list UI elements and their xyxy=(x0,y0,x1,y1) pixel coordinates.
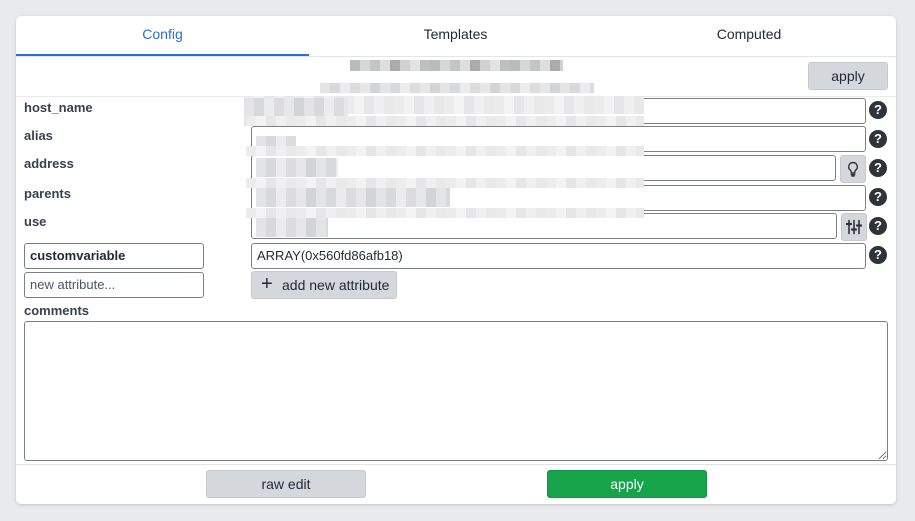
address-label: address xyxy=(24,156,74,171)
add-new-attribute-button[interactable]: + add new attribute xyxy=(251,271,397,299)
comments-textarea[interactable] xyxy=(24,321,888,461)
alias-label: alias xyxy=(24,128,53,143)
tab-templates[interactable]: Templates xyxy=(309,16,602,54)
tab-bar: Config Templates Computed xyxy=(16,16,896,57)
comments-label: comments xyxy=(24,303,90,318)
address-help-icon[interactable]: ? xyxy=(869,159,887,177)
sliders-icon xyxy=(846,219,862,235)
obscured-object-title xyxy=(350,60,563,71)
parents-help-icon[interactable]: ? xyxy=(869,188,887,206)
header-apply-button[interactable]: apply xyxy=(808,62,888,90)
raw-edit-button[interactable]: raw edit xyxy=(206,470,366,498)
footer-divider xyxy=(16,464,896,465)
host-name-help-icon[interactable]: ? xyxy=(869,101,887,119)
obscured-parents-value-band xyxy=(246,178,644,188)
obscured-alias-value-band xyxy=(246,116,644,126)
add-new-attribute-label: add new attribute xyxy=(282,277,390,293)
lightbulb-icon xyxy=(848,161,858,177)
customvariable-name-field[interactable]: customvariable xyxy=(24,243,204,269)
obscured-object-subtitle xyxy=(320,83,594,93)
obscured-use-value-band xyxy=(246,208,644,218)
address-lookup-button[interactable] xyxy=(840,155,866,183)
use-label: use xyxy=(24,214,47,229)
obscured-address-value-band xyxy=(246,146,644,156)
customvariable-value-input[interactable]: ARRAY(0x560fd86afb18) xyxy=(251,243,866,269)
obscured-parents-value xyxy=(256,188,450,207)
use-help-icon[interactable]: ? xyxy=(869,217,887,235)
obscured-address-value xyxy=(256,158,338,177)
host-config-panel: Config Templates Computed apply host_nam… xyxy=(16,16,896,504)
plus-icon: + xyxy=(261,273,273,295)
obscured-use-value xyxy=(256,218,328,237)
new-attribute-input[interactable]: new attribute... xyxy=(24,272,204,298)
alias-help-icon[interactable]: ? xyxy=(869,130,887,148)
tab-config[interactable]: Config xyxy=(16,16,309,56)
tab-computed[interactable]: Computed xyxy=(602,16,896,54)
parents-label: parents xyxy=(24,186,71,201)
footer-apply-button[interactable]: apply xyxy=(547,470,707,498)
use-templates-button[interactable] xyxy=(841,213,867,241)
host-name-label: host_name xyxy=(24,100,93,115)
customvariable-help-icon[interactable]: ? xyxy=(869,246,887,264)
